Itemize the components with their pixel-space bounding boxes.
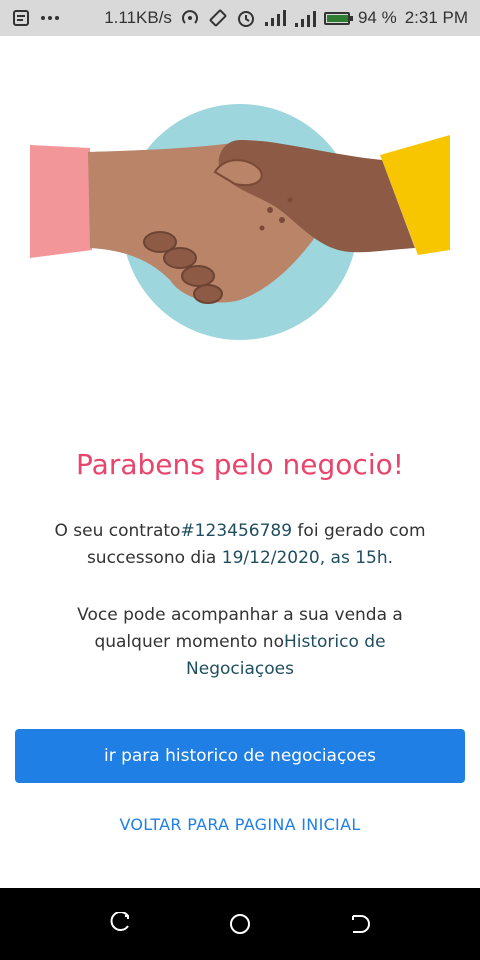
more-icon bbox=[40, 15, 60, 21]
contract-prefix: O seu contrato bbox=[54, 521, 181, 541]
home-icon[interactable] bbox=[220, 904, 260, 944]
tracking-message: Voce pode acompanhar a sua venda a qualq… bbox=[40, 602, 440, 683]
alarm-icon bbox=[236, 8, 256, 28]
notes-icon bbox=[12, 9, 30, 27]
recent-apps-icon[interactable] bbox=[100, 904, 140, 944]
left-sleeve bbox=[30, 145, 92, 258]
battery-percent: 94 % bbox=[357, 8, 397, 27]
contract-number: #123456789 bbox=[180, 521, 293, 541]
navigation-bar bbox=[0, 888, 480, 960]
clock: 2:31 PM bbox=[404, 8, 468, 27]
network-speed: 1.11KB/s bbox=[104, 8, 172, 27]
signal-icon bbox=[264, 10, 286, 26]
hotspot-icon bbox=[180, 8, 200, 28]
go-to-history-button[interactable]: ir para historico de negociaçoes bbox=[15, 729, 465, 783]
rotate-icon bbox=[208, 8, 228, 28]
back-to-home-link[interactable]: VOLTAR PARA PAGINA INICIAL bbox=[0, 815, 480, 834]
battery-icon bbox=[323, 11, 353, 25]
finger-4 bbox=[193, 284, 223, 304]
contract-message: O seu contrato#123456789 foi gerado com … bbox=[40, 518, 440, 572]
success-title: Parabens pelo negocio! bbox=[76, 448, 404, 481]
finger-2 bbox=[163, 247, 197, 269]
finger-3 bbox=[181, 265, 215, 287]
contract-date: 19/12/2020, as 15h. bbox=[221, 548, 394, 568]
handshake-illustration bbox=[30, 100, 450, 345]
back-icon[interactable] bbox=[340, 904, 380, 944]
signal-data-icon bbox=[294, 9, 316, 27]
status-bar: 1.11KB/s 94 % 2:31 PM bbox=[0, 0, 480, 36]
